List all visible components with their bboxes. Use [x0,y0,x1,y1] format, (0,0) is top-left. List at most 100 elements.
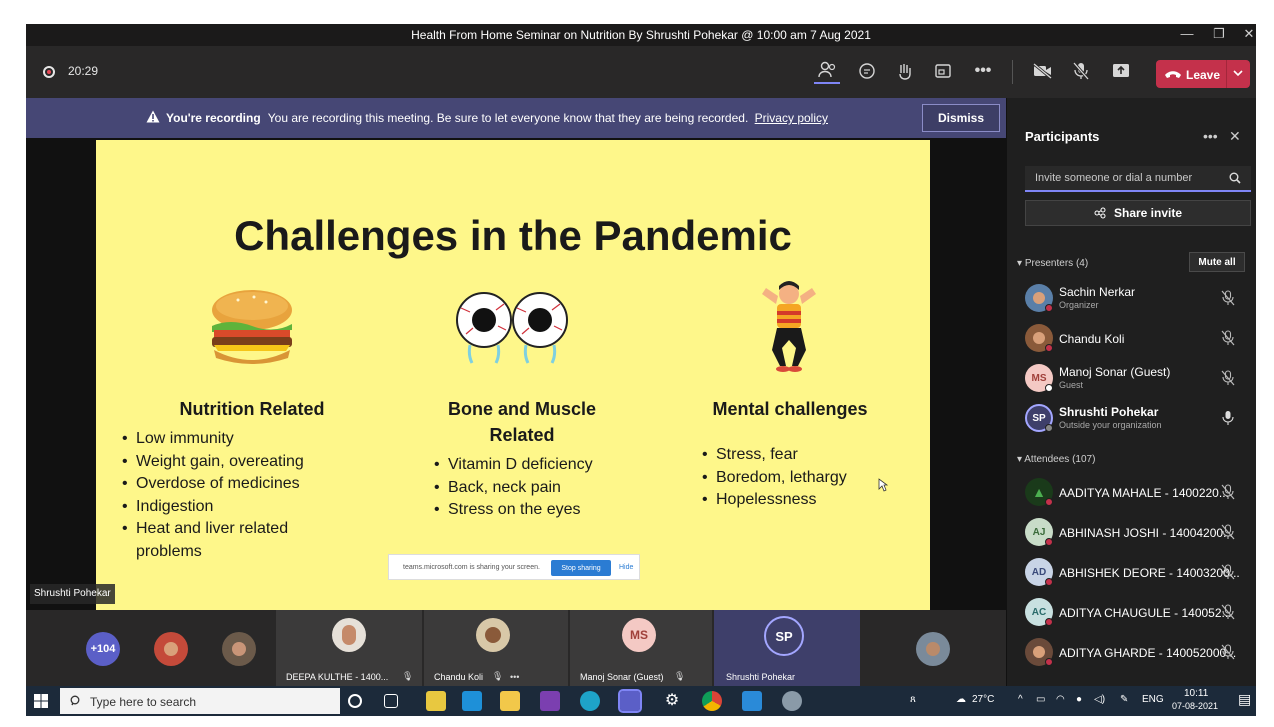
microphone-icon[interactable]: ● [1076,694,1082,705]
stop-sharing-button[interactable]: Stop sharing [551,560,611,576]
pen-icon[interactable]: ✎ [1120,694,1128,705]
strained-eyes-image [456,292,568,364]
participant-row[interactable]: AJ ABHINASH JOSHI - 14004200... [1007,512,1256,552]
presenters-label: Presenters (4) [1024,258,1089,269]
edge-icon[interactable] [580,691,600,711]
language-indicator[interactable]: ENG [1142,694,1164,705]
clock-time[interactable]: 10:11 [1184,688,1208,699]
participant-row[interactable]: AC ADITYA CHAUGULE - 140052... [1007,592,1256,632]
participant-row[interactable]: SP Shrushti Pohekar Outside your organiz… [1007,398,1256,438]
app-icon[interactable] [782,691,802,711]
chevron-down-icon[interactable] [1232,67,1244,82]
invite-input[interactable] [1025,166,1251,192]
mic-off-icon[interactable] [1221,484,1235,500]
people-tray-icon[interactable]: ጸ [910,694,916,705]
tile-name: Chandu Koli [434,672,484,682]
minimize-icon[interactable]: — [1176,26,1198,44]
mic-off-icon[interactable] [1221,564,1235,580]
more-options-icon[interactable]: ••• [510,672,519,682]
participant-row[interactable]: AD ABHISHEK DEORE - 14003200... [1007,552,1256,592]
participant-row[interactable]: MS Manoj Sonar (Guest) Guest [1007,358,1256,398]
leave-label: Leave [1186,68,1221,82]
mic-off-icon[interactable] [1221,290,1235,306]
slide-title: Challenges in the Pandemic [234,212,792,259]
participant-avatar[interactable] [916,632,950,666]
close-window-icon[interactable]: ✕ [1238,26,1256,44]
presenters-section-toggle[interactable]: ▾ Presenters (4) [1017,258,1088,269]
more-options-icon[interactable]: ••• [1203,128,1218,144]
weather-icon[interactable]: ☁ [956,694,966,705]
settings-icon[interactable]: ⚙ [662,691,682,711]
wifi-icon[interactable]: ◠ [1056,694,1065,705]
privacy-policy-link[interactable]: Privacy policy [755,111,828,125]
search-icon[interactable] [1229,172,1241,184]
participant-row[interactable]: Chandu Koli [1007,318,1256,358]
mic-off-icon[interactable] [1221,370,1235,386]
title-bar: Health From Home Seminar on Nutrition By… [26,24,1256,46]
burger-image [212,290,292,364]
task-view-icon[interactable] [384,694,398,708]
participant-row[interactable]: ADITYA GHARDE - 140052000... [1007,632,1256,672]
restore-icon[interactable]: ❐ [1208,26,1230,44]
list-item: Indigestion [122,496,382,519]
taskbar-search-box[interactable]: Type here to search [60,688,340,714]
participant-row[interactable]: Sachin Nerkar Organizer [1007,278,1256,318]
overflow-participants-badge[interactable]: +104 [86,632,120,666]
file-explorer-icon[interactable] [500,691,520,711]
participant-row[interactable]: ▲ AADITYA MAHALE - 1400220... [1007,472,1256,512]
participant-name: Chandu Koli [1059,332,1125,346]
attendees-section-toggle[interactable]: ▾ Attendees (107) [1017,454,1095,465]
notifications-icon[interactable]: ▤ [1238,691,1251,708]
chat-icon[interactable] [854,58,880,84]
share-invite-button[interactable]: Share invite [1025,200,1251,226]
mute-all-button[interactable]: Mute all [1189,252,1245,272]
store-icon[interactable] [426,691,446,711]
hide-sharing-bar-link[interactable]: Hide [619,564,633,571]
participant-avatar [476,618,510,652]
camera-off-icon[interactable] [1030,58,1056,84]
mic-on-icon[interactable] [1221,410,1235,426]
mic-off-icon[interactable] [1221,330,1235,346]
more-options-icon[interactable]: ••• [970,58,996,84]
rooms-icon[interactable] [930,58,956,84]
chrome-icon[interactable] [702,691,722,711]
onenote-icon[interactable] [540,691,560,711]
teams-icon[interactable] [618,689,642,713]
participant-name: ADITYA GHARDE - 140052000... [1059,646,1237,660]
mic-off-icon[interactable] [1221,604,1235,620]
participant-tile[interactable]: MS Manoj Sonar (Guest) 🎙 [570,610,712,686]
teams-window: Health From Home Seminar on Nutrition By… [26,24,1256,716]
dismiss-button[interactable]: Dismiss [922,104,1000,132]
column-heading: Bone and Muscle Related [447,399,597,445]
mail-icon[interactable] [462,691,482,711]
clock-date[interactable]: 07-08-2021 [1172,701,1218,711]
status-dot [1045,498,1053,506]
mic-off-icon[interactable] [1221,644,1235,660]
participant-avatar[interactable] [222,632,256,666]
chevron-up-icon[interactable]: ^ [1018,694,1023,705]
close-icon[interactable]: ✕ [1229,128,1241,145]
volume-icon[interactable]: ◁) [1094,694,1105,705]
recording-banner: You're recording You are recording this … [26,98,1006,138]
status-dot [1045,424,1053,432]
people-icon[interactable] [814,58,840,84]
participant-avatar [332,618,366,652]
cortana-icon[interactable] [348,694,362,708]
participant-avatar[interactable] [154,632,188,666]
mic-off-icon[interactable] [1068,58,1094,84]
photos-icon[interactable] [742,691,762,711]
battery-icon[interactable]: ▭ [1036,694,1045,705]
meeting-timer: 20:29 [68,64,99,78]
hang-up-icon [1164,68,1182,83]
reactions-icon[interactable] [892,58,918,84]
mic-off-icon[interactable] [1221,524,1235,540]
tile-name: Manoj Sonar (Guest) [580,672,664,682]
participant-tile[interactable]: Chandu Koli 🎙 ••• [424,610,568,686]
participant-tile-active-speaker[interactable]: SP Shrushti Pohekar [714,610,860,686]
leave-button[interactable]: Leave [1156,60,1250,88]
share-icon [1094,207,1106,219]
share-tray-icon[interactable] [1108,58,1134,84]
participant-tile[interactable]: DEEPA KULTHE - 1400... 🎙 [276,610,422,686]
leave-divider [1226,60,1227,88]
windows-start-icon[interactable] [34,694,48,708]
